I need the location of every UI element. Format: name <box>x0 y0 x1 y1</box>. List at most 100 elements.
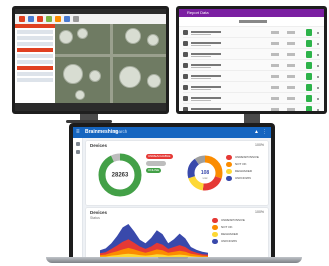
more-icon[interactable] <box>317 76 319 78</box>
card-title: Devices <box>90 210 108 215</box>
ribbon-icon[interactable] <box>37 16 43 22</box>
legend-label: DEGRADED <box>221 232 239 236</box>
layer-row[interactable] <box>17 72 53 76</box>
item-title <box>191 97 221 99</box>
item-meta <box>287 64 295 67</box>
layer-row[interactable] <box>17 30 53 34</box>
map-tank[interactable] <box>125 28 141 44</box>
item-title <box>191 53 221 55</box>
nav-icon[interactable] <box>75 142 80 146</box>
item-meta <box>271 64 279 67</box>
legend-swatch <box>226 169 232 174</box>
map-tank[interactable] <box>59 30 73 44</box>
status-bar <box>15 103 166 111</box>
ribbon-icon[interactable] <box>46 16 52 22</box>
ribbon-icon[interactable] <box>28 16 34 22</box>
status-tag-unreachable: UNREACHABLE <box>146 154 173 159</box>
status-tag <box>146 161 166 166</box>
layer-row[interactable] <box>17 42 53 46</box>
legend-label: UNRESPONSIVE <box>221 218 245 222</box>
dashboard-screen: ≡ Brainmeshing Search ▲ ⋮ Devices 100% 2… <box>73 127 271 259</box>
device-showcase: Report Data ≡ Brainmeshing Search ▲ ⋮ De… <box>0 0 329 266</box>
map-tank[interactable] <box>75 90 85 100</box>
item-title <box>191 64 221 66</box>
card-percent: 100% <box>255 210 264 214</box>
ok-button[interactable] <box>306 62 312 69</box>
item-meta <box>287 53 295 56</box>
layer-row[interactable] <box>17 66 53 70</box>
item-meta <box>287 108 295 111</box>
ribbon-icon[interactable] <box>19 16 25 22</box>
more-vert-icon[interactable]: ⋮ <box>262 129 267 135</box>
item-icon <box>183 74 188 79</box>
legend-swatch <box>212 239 218 244</box>
item-icon <box>183 52 188 57</box>
item-icon <box>183 85 188 90</box>
item-meta <box>271 31 279 34</box>
layer-row[interactable] <box>17 78 53 82</box>
more-icon[interactable] <box>317 109 319 111</box>
list-item[interactable] <box>183 62 320 71</box>
map-tank[interactable] <box>119 66 141 88</box>
ok-button[interactable] <box>306 73 312 80</box>
ok-button[interactable] <box>306 106 312 111</box>
layer-row[interactable] <box>17 48 53 52</box>
ok-button[interactable] <box>306 51 312 58</box>
more-icon[interactable] <box>317 43 319 45</box>
devices-donut: 28263 <box>98 153 142 197</box>
list-item[interactable] <box>183 84 320 93</box>
item-subtitle <box>191 67 211 68</box>
more-icon[interactable] <box>317 87 319 89</box>
ribbon-icon[interactable] <box>55 16 61 22</box>
ok-button[interactable] <box>306 29 312 36</box>
list-item[interactable] <box>183 73 320 82</box>
map-tank[interactable] <box>63 64 83 84</box>
map-tank[interactable] <box>89 70 101 82</box>
sub-header-title <box>239 20 267 23</box>
card-subtitle: Status <box>90 216 100 220</box>
item-meta <box>271 42 279 45</box>
more-icon[interactable] <box>317 32 319 34</box>
item-subtitle <box>191 56 211 57</box>
app-header: Report Data <box>179 9 324 17</box>
item-icon <box>183 30 188 35</box>
ribbon-icon[interactable] <box>73 16 79 22</box>
ok-button[interactable] <box>306 40 312 47</box>
ribbon-toolbar <box>15 14 166 24</box>
list-item[interactable] <box>183 95 320 104</box>
bell-icon[interactable]: ▲ <box>254 129 259 135</box>
nav-icon[interactable] <box>75 150 80 154</box>
left-monitor <box>12 6 169 114</box>
item-subtitle <box>191 78 211 79</box>
list-item[interactable] <box>183 106 320 111</box>
ok-button[interactable] <box>306 84 312 91</box>
more-icon[interactable] <box>317 65 319 67</box>
map-tank[interactable] <box>147 34 159 46</box>
ok-button[interactable] <box>306 95 312 102</box>
card-percent: 100% <box>255 143 264 147</box>
list-item[interactable] <box>183 29 320 38</box>
search-label[interactable]: Search <box>113 129 127 134</box>
breakdown-center-value: 108 <box>201 170 210 176</box>
map-tank[interactable] <box>77 28 88 39</box>
legend-label: UNKNOWN <box>235 176 251 180</box>
layer-panel-header <box>15 24 55 28</box>
list-item[interactable] <box>183 51 320 60</box>
breakdown-donut: 108 total <box>187 155 223 191</box>
map-canvas[interactable] <box>55 24 166 103</box>
layer-row[interactable] <box>17 36 53 40</box>
list-item[interactable] <box>183 40 320 49</box>
breakdown-center-sub: total <box>203 177 208 180</box>
legend-swatch <box>212 232 218 237</box>
ribbon-icon[interactable] <box>64 16 70 22</box>
item-meta <box>287 42 295 45</box>
legend-swatch <box>212 225 218 230</box>
layer-row[interactable] <box>17 60 53 64</box>
map-tank[interactable] <box>147 74 161 88</box>
layer-row[interactable] <box>17 54 53 58</box>
layer-panel <box>15 24 55 103</box>
menu-icon[interactable]: ≡ <box>76 129 80 135</box>
more-icon[interactable] <box>317 98 319 100</box>
item-meta <box>287 75 295 78</box>
more-icon[interactable] <box>317 54 319 56</box>
